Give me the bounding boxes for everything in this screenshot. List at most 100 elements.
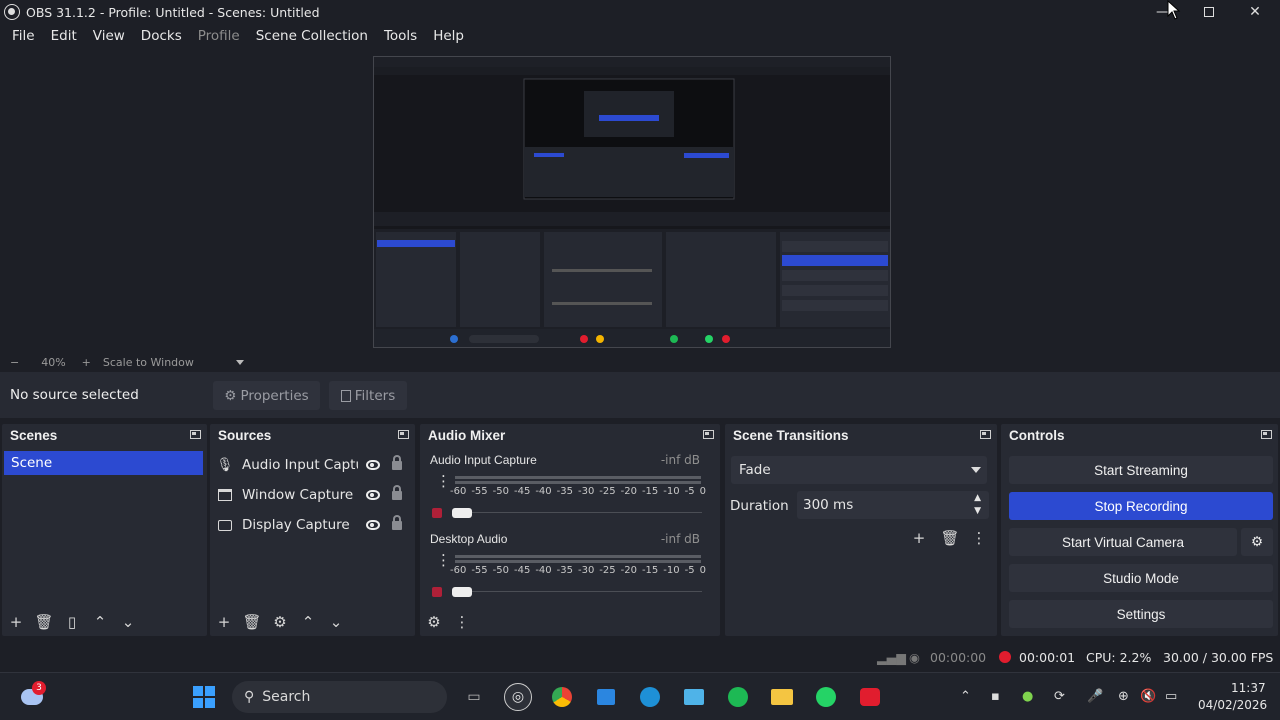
wps-taskbar-icon[interactable]	[856, 683, 884, 711]
battery-icon[interactable]: ▭	[1165, 689, 1177, 704]
chevron-down-icon	[971, 467, 981, 473]
volume-meter	[455, 555, 701, 558]
trash-icon[interactable]: 🗑	[30, 608, 58, 636]
add-source-icon[interactable]: +	[210, 608, 238, 636]
photos-taskbar-icon[interactable]	[680, 683, 708, 711]
trash-icon[interactable]: 🗑	[238, 608, 266, 636]
menu-profile[interactable]: Profile	[190, 28, 248, 44]
clock-time[interactable]: 11:37	[1231, 681, 1266, 695]
scene-item[interactable]: Scene	[4, 451, 203, 475]
gear-icon: ⚙	[1250, 534, 1264, 549]
spotify-taskbar-icon[interactable]	[724, 683, 752, 711]
undock-icon[interactable]	[398, 430, 409, 439]
start-virtual-camera-button[interactable]: Start Virtual Camera	[1009, 528, 1237, 556]
settings-button[interactable]: Settings	[1009, 600, 1273, 628]
advanced-audio-icon[interactable]: ⚙	[420, 608, 448, 636]
tray-app-icon[interactable]: ●	[1022, 689, 1033, 704]
volume-slider[interactable]	[452, 508, 472, 518]
zoom-in-button[interactable]: +	[82, 356, 91, 369]
lock-icon[interactable]	[392, 454, 402, 470]
chrome-taskbar-icon[interactable]	[548, 683, 576, 711]
windows-start-icon[interactable]	[190, 683, 218, 711]
speaker-muted-icon[interactable]: 🔇	[1140, 689, 1156, 704]
network-icon[interactable]: ⊕	[1118, 689, 1129, 704]
whatsapp-taskbar-icon[interactable]	[812, 683, 840, 711]
menu-view[interactable]: View	[85, 28, 133, 44]
scale-mode-select[interactable]: Scale to Window	[103, 356, 194, 369]
record-time: 00:00:01	[1019, 650, 1076, 665]
chevron-down-icon[interactable]: ⌄	[114, 608, 142, 636]
channel-menu-icon[interactable]: ⋮	[436, 553, 451, 568]
clock-date[interactable]: 04/02/2026	[1198, 698, 1267, 712]
studio-mode-button[interactable]: Studio Mode	[1009, 564, 1273, 592]
mic-icon[interactable]: 🎤	[1087, 689, 1103, 704]
scenes-dock: Scenes Scene + 🗑 ▯ ⌃ ⌄	[2, 424, 207, 636]
menu-scene-collection[interactable]: Scene Collection	[248, 28, 376, 44]
gear-icon[interactable]: ⚙	[266, 608, 294, 636]
menu-file[interactable]: File	[4, 28, 43, 44]
add-transition-icon[interactable]: +	[905, 524, 933, 552]
weather-widget-icon[interactable]: 3	[18, 681, 46, 711]
notification-badge: 3	[32, 681, 46, 695]
transition-select[interactable]: Fade	[731, 456, 987, 484]
source-item[interactable]: Window Capture	[216, 481, 412, 509]
chevron-up-icon[interactable]: ⌃	[294, 608, 322, 636]
chevron-down-icon[interactable]: ⌄	[322, 608, 350, 636]
properties-button[interactable]: ⚙ Properties	[213, 381, 320, 410]
slider-track	[472, 591, 702, 592]
speaker-icon[interactable]	[432, 508, 442, 518]
preview-canvas[interactable]	[373, 56, 891, 348]
add-scene-icon[interactable]: +	[2, 608, 30, 636]
tray-app-icon[interactable]: ▪	[991, 689, 1000, 704]
close-button[interactable]: ✕	[1232, 0, 1278, 24]
menu-tools[interactable]: Tools	[376, 28, 425, 44]
store-taskbar-icon[interactable]	[592, 683, 620, 711]
menu-docks[interactable]: Docks	[133, 28, 190, 44]
menu-edit[interactable]: Edit	[43, 28, 85, 44]
scene-transitions-dock: Scene Transitions Fade Duration 300 ms ▲…	[725, 424, 997, 636]
source-label: Audio Input Captur	[242, 457, 358, 473]
undock-icon[interactable]	[190, 430, 201, 439]
folder-taskbar-icon[interactable]	[768, 683, 796, 711]
chevron-up-icon[interactable]: ▲	[974, 493, 981, 503]
restore-button[interactable]	[1186, 0, 1232, 24]
speaker-icon[interactable]	[432, 587, 442, 597]
chevron-up-icon[interactable]: ⌃	[960, 689, 971, 704]
stop-recording-button[interactable]: Stop Recording	[1009, 492, 1273, 520]
duration-input[interactable]: 300 ms ▲ ▼	[797, 491, 989, 519]
eye-icon[interactable]	[366, 490, 380, 500]
lock-icon[interactable]	[392, 484, 402, 500]
sources-footer: + 🗑 ⚙ ⌃ ⌄	[210, 608, 415, 636]
virtual-camera-settings-button[interactable]: ⚙	[1241, 528, 1273, 556]
filters-button[interactable]: Filters	[329, 381, 407, 410]
channel-menu-icon[interactable]: ⋮	[436, 474, 451, 489]
undock-icon[interactable]	[980, 430, 991, 439]
undock-icon[interactable]	[1261, 430, 1272, 439]
eye-icon[interactable]	[366, 460, 380, 470]
kebab-menu-icon[interactable]: ⋮	[448, 608, 476, 636]
chevron-up-icon[interactable]: ⌃	[86, 608, 114, 636]
obs-taskbar-icon[interactable]: ◎	[504, 683, 532, 711]
file-explorer-taskbar-icon[interactable]: ▭	[460, 683, 488, 711]
edge-taskbar-icon[interactable]	[636, 683, 664, 711]
start-streaming-button[interactable]: Start Streaming	[1009, 456, 1273, 484]
stream-time: 00:00:00	[930, 650, 987, 665]
chevron-down-icon[interactable]	[235, 359, 244, 365]
sources-title: Sources	[218, 427, 272, 443]
source-item[interactable]: Display Capture	[216, 511, 412, 539]
eye-icon[interactable]	[366, 520, 380, 530]
source-item[interactable]: 🎙 Audio Input Captur	[216, 451, 412, 479]
sync-icon[interactable]: ⟳	[1054, 689, 1065, 704]
lock-icon[interactable]	[392, 514, 402, 530]
zoom-level: 40%	[41, 355, 66, 369]
zoom-out-button[interactable]: −	[10, 356, 19, 369]
menu-help[interactable]: Help	[425, 28, 472, 44]
trash-icon[interactable]: 🗑	[936, 524, 964, 552]
kebab-menu-icon[interactable]: ⋮	[965, 524, 993, 552]
scene-filter-icon[interactable]: ▯	[58, 608, 86, 636]
chevron-down-icon[interactable]: ▼	[974, 506, 981, 516]
taskbar-search[interactable]: ⚲ Search	[232, 681, 447, 713]
volume-slider[interactable]	[452, 587, 472, 597]
search-label: Search	[262, 689, 311, 705]
undock-icon[interactable]	[703, 430, 714, 439]
